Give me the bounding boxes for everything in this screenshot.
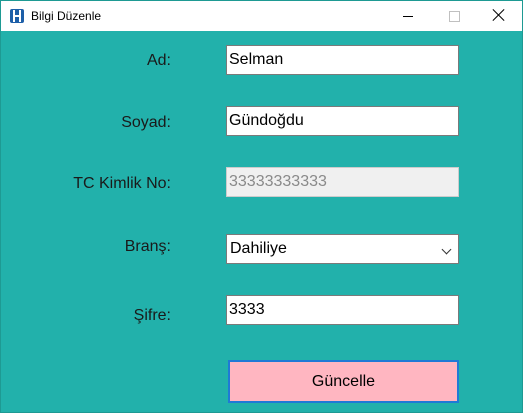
bilgi-duzenle-window: Bilgi Düzenle Ad: Selman Soyad: Gündoğdu… [0, 0, 523, 413]
tc-kimlik-input: 33333333333 [226, 167, 459, 197]
title-bar[interactable]: Bilgi Düzenle [1, 1, 522, 31]
brans-select[interactable]: Dahiliye [226, 234, 459, 264]
close-icon [493, 9, 505, 21]
guncelle-button[interactable]: Güncelle [228, 360, 459, 403]
soyad-label: Soyad: [121, 114, 171, 131]
sifre-label: Şifre: [133, 307, 171, 324]
tc-kimlik-label: TC Kimlik No: [73, 175, 171, 192]
window-title: Bilgi Düzenle [31, 9, 102, 23]
soyad-input[interactable]: Gündoğdu [226, 106, 459, 136]
brans-selected-value: Dahiliye [230, 240, 287, 257]
maximize-button [431, 1, 477, 31]
brans-label: Branş: [124, 238, 171, 255]
close-button[interactable] [476, 1, 522, 31]
minimize-button[interactable] [385, 1, 431, 31]
maximize-icon [449, 11, 460, 22]
chevron-down-icon [441, 244, 452, 255]
app-h-icon [10, 9, 24, 23]
sifre-input[interactable]: 3333 [226, 295, 459, 325]
ad-input[interactable]: Selman [226, 45, 459, 75]
ad-label: Ad: [146, 52, 171, 69]
minimize-icon [403, 16, 413, 17]
